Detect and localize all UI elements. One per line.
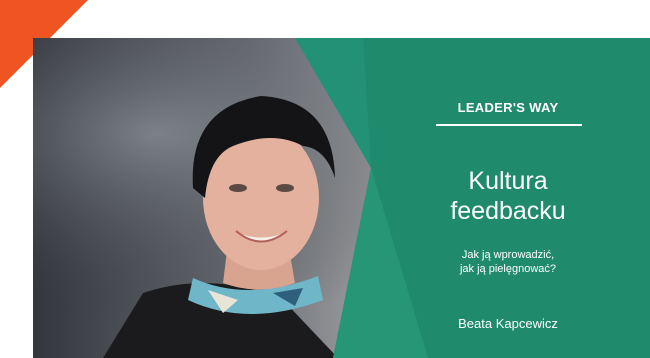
- webinar-banner: LEADER'S WAY Kultura feedbacku Jak ją wp…: [33, 38, 650, 358]
- subtitle-line-1: Jak ją wprowadzić,: [461, 249, 555, 261]
- series-label: LEADER'S WAY: [457, 100, 559, 115]
- title-line-2: feedbacku: [450, 197, 566, 225]
- panel-content: LEADER'S WAY Kultura feedbacku Jak ją wp…: [403, 38, 650, 358]
- subtitle-line-2: jak ją pielęgnować?: [459, 263, 556, 275]
- title-line-1: Kultura: [468, 167, 548, 195]
- author-name: Beata Kapcewicz: [458, 316, 558, 331]
- banner-title: Kultura feedbacku: [413, 166, 603, 226]
- banner-subtitle: Jak ją wprowadzić, jak ją pielęgnować?: [433, 248, 583, 276]
- series-divider: [436, 124, 582, 126]
